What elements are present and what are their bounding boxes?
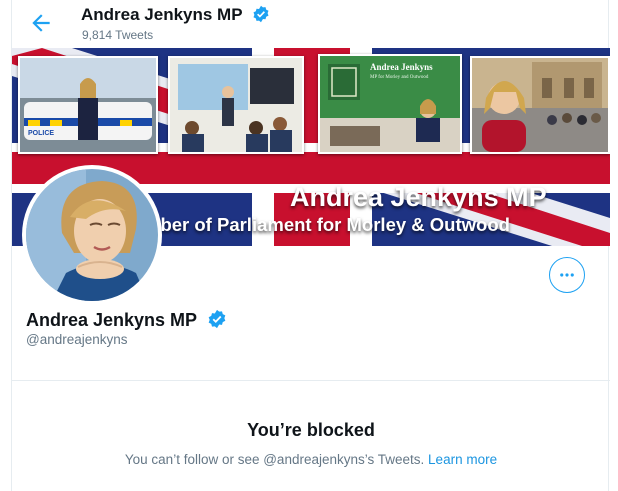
header-name: Andrea Jenkyns MP bbox=[81, 5, 243, 24]
banner-photo-street bbox=[470, 56, 610, 154]
profile-name-text: Andrea Jenkyns MP bbox=[26, 310, 197, 330]
banner-subtitle: mber of Parliament for Morley & Outwood bbox=[144, 214, 510, 235]
tweet-count: 9,814 Tweets bbox=[82, 28, 154, 42]
blocked-title: You’re blocked bbox=[247, 420, 375, 440]
banner-photo-police: POLICE bbox=[18, 56, 158, 154]
avatar[interactable] bbox=[22, 165, 162, 305]
learn-more-link[interactable]: Learn more bbox=[428, 452, 497, 467]
blocked-message-text: You can’t follow or see @andreajenkyns’s… bbox=[124, 452, 425, 467]
verified-badge-icon bbox=[253, 5, 269, 23]
avatar-photo bbox=[26, 169, 158, 301]
arrow-left-icon[interactable] bbox=[28, 10, 54, 36]
more-options-icon bbox=[560, 273, 574, 277]
more-options-button[interactable] bbox=[549, 257, 585, 293]
banner-photo-office: Andrea Jenkyns MP for Morley and Outwood bbox=[318, 54, 462, 154]
banner-photo-classroom bbox=[168, 56, 304, 154]
office-sign-subtitle: MP for Morley and Outwood bbox=[370, 75, 429, 80]
header-title: Andrea Jenkyns MP bbox=[81, 5, 270, 25]
verified-badge-icon bbox=[208, 309, 226, 329]
profile-handle: @andreajenkyns bbox=[26, 332, 128, 347]
banner-title: Andrea Jenkyns MP bbox=[290, 182, 547, 212]
profile-name: Andrea Jenkyns MP bbox=[26, 309, 227, 331]
office-sign-title: Andrea Jenkyns bbox=[370, 62, 433, 72]
blocked-message: You can’t follow or see @andreajenkyns’s… bbox=[12, 452, 610, 467]
divider bbox=[12, 380, 610, 381]
police-label: POLICE bbox=[28, 130, 55, 137]
